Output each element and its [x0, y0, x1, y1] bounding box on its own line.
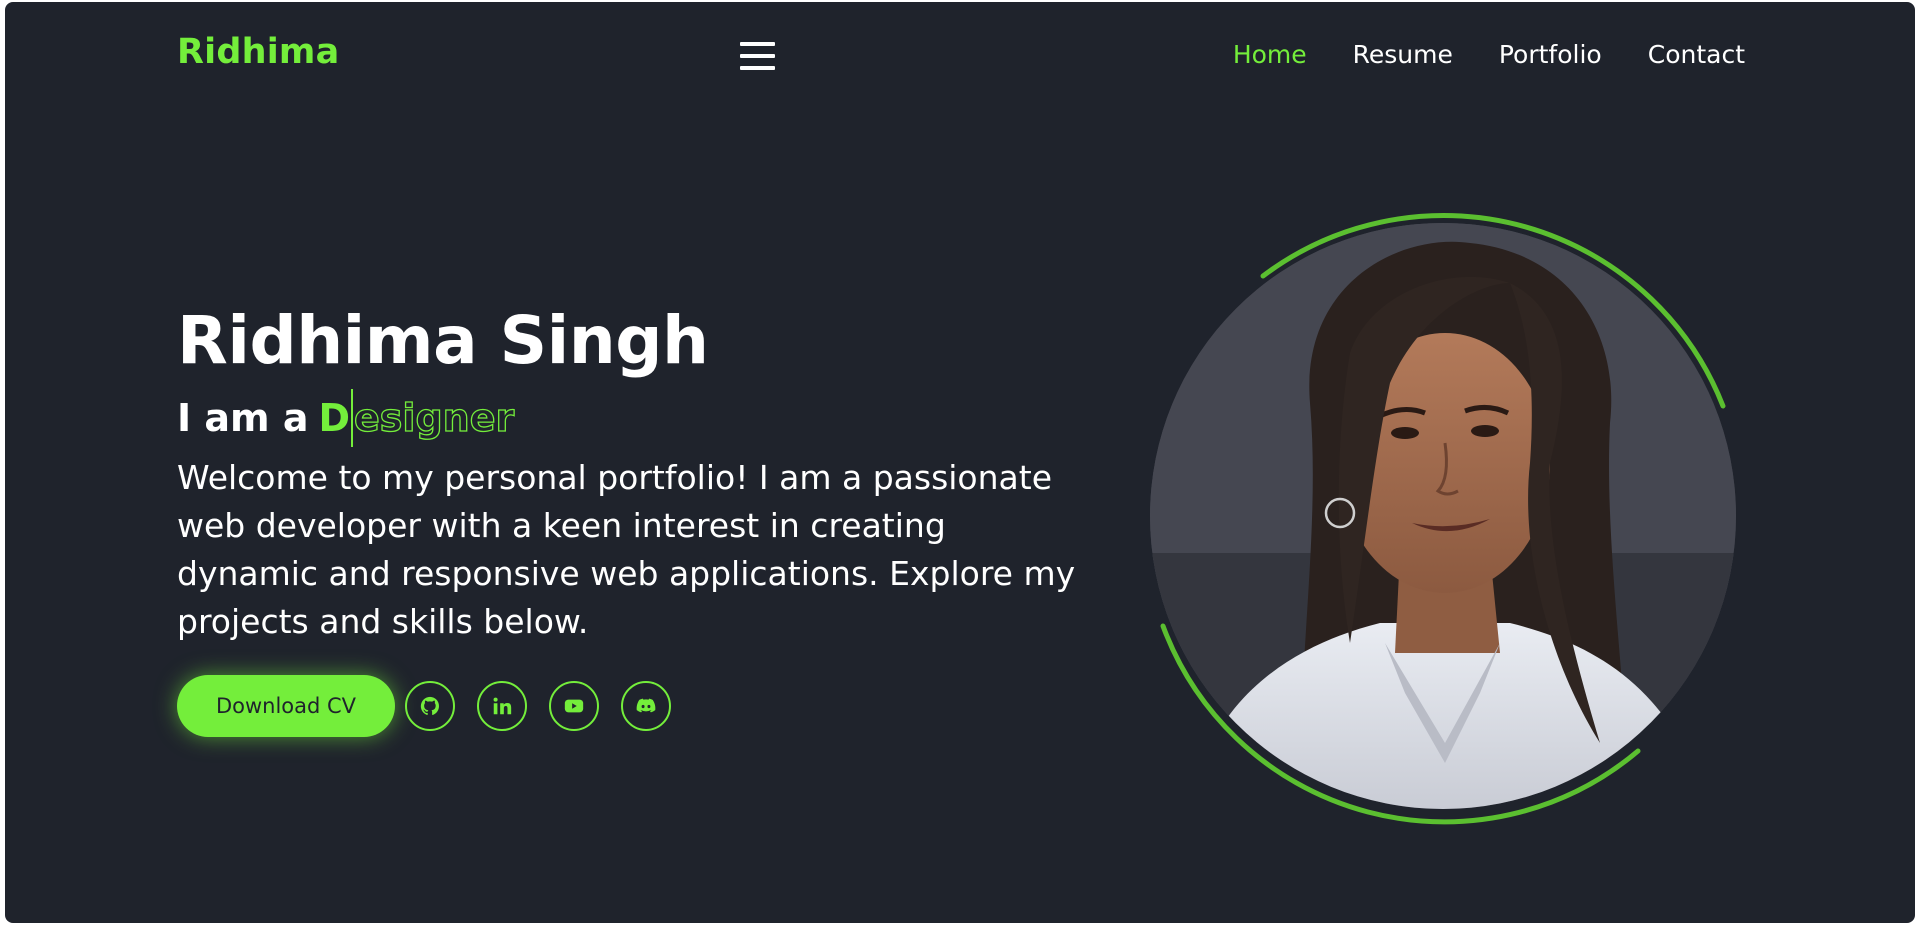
- hero-description: Welcome to my personal portfolio! I am a…: [177, 458, 1076, 641]
- page-frame: Ridhima Home Resume Portfolio Contact Ri…: [5, 2, 1915, 923]
- hamburger-bar: [740, 66, 775, 70]
- discord-glyph: [636, 698, 656, 713]
- github-glyph: [420, 696, 439, 716]
- hamburger-bar: [740, 54, 775, 58]
- linkedin-icon[interactable]: [477, 681, 527, 731]
- portrait-illustration: [1150, 223, 1736, 809]
- role-typed-text: D: [318, 396, 351, 440]
- hero-name: Ridhima Singh: [177, 302, 709, 379]
- hamburger-icon[interactable]: [740, 42, 775, 70]
- nav-home[interactable]: Home: [1233, 40, 1307, 69]
- nav-contact[interactable]: Contact: [1648, 40, 1745, 69]
- linkedin-glyph: [493, 697, 512, 715]
- role-prefix: I am a: [177, 396, 309, 440]
- profile-photo: [1150, 223, 1736, 809]
- youtube-glyph: [564, 699, 584, 713]
- hero-role: I am a D esigner: [177, 389, 515, 447]
- site-logo[interactable]: Ridhima: [177, 32, 339, 72]
- download-cv-button[interactable]: Download CV: [177, 675, 395, 737]
- role-outline-text: esigner: [353, 395, 515, 440]
- discord-icon[interactable]: [621, 681, 671, 731]
- profile-photo-frame: [1133, 206, 1753, 826]
- github-icon[interactable]: [405, 681, 455, 731]
- cta-row: Download CV: [177, 675, 671, 737]
- nav-portfolio[interactable]: Portfolio: [1499, 40, 1602, 69]
- nav-resume[interactable]: Resume: [1353, 40, 1453, 69]
- hamburger-bar: [740, 42, 775, 46]
- typing-cursor: [351, 389, 354, 447]
- youtube-icon[interactable]: [549, 681, 599, 731]
- main-nav: Home Resume Portfolio Contact: [1233, 40, 1745, 69]
